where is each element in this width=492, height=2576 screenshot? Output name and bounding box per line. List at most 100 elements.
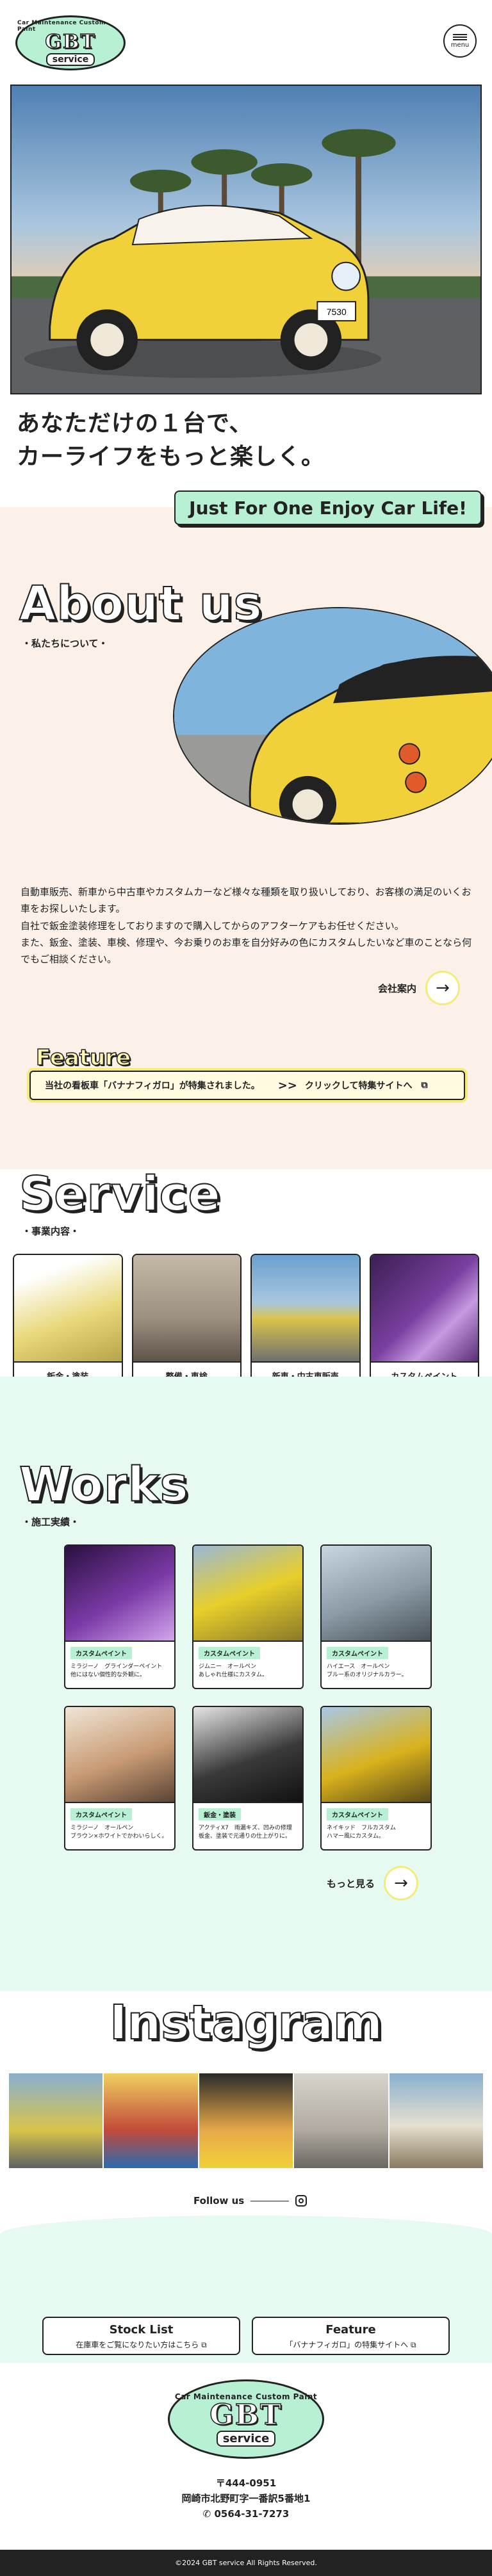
work-desc-line: ミラジーノ オールペン bbox=[70, 1825, 134, 1831]
work-description: ハイエース オールペンブルー系のオリジナルカラー。 bbox=[322, 1663, 430, 1680]
service-card[interactable]: 新車・中古車販売 bbox=[250, 1254, 361, 1388]
external-link-icon: ⧉ bbox=[411, 2340, 416, 2349]
page-root: Car Maintenance Custom Paint GBT service… bbox=[0, 0, 492, 2576]
work-desc-line: ミラジーノ グラインダーペイント bbox=[70, 1664, 163, 1670]
work-description: ミラジーノ グラインダーペイント 他にはない個性的な外観に。 bbox=[65, 1663, 174, 1680]
feature-banner-link: クリックして特集サイトへ bbox=[304, 1081, 413, 1091]
more-link-label: もっと見る bbox=[327, 1877, 375, 1890]
work-tag: カスタムペイント bbox=[199, 1647, 260, 1659]
instagram-photo[interactable] bbox=[104, 2073, 198, 2168]
instagram-title: Instagram bbox=[109, 1995, 383, 2051]
work-thumbnail bbox=[322, 1707, 430, 1803]
arrow-right-icon[interactable]: → bbox=[384, 1866, 419, 1900]
external-link-icon: ⧉ bbox=[421, 1080, 428, 1090]
about-subtitle: ・私たちについて・ bbox=[22, 638, 108, 649]
work-card[interactable]: カスタムペイント ハイエース オールペンブルー系のオリジナルカラー。 bbox=[320, 1544, 432, 1689]
about-image bbox=[173, 607, 492, 825]
external-link-icon: ⧉ bbox=[201, 2340, 207, 2349]
postal-code: 〒444-0951 bbox=[215, 2477, 277, 2489]
follow-label: Follow us bbox=[193, 2195, 245, 2207]
service-card[interactable]: カスタムペイント bbox=[369, 1254, 479, 1388]
work-tag: カスタムペイント bbox=[70, 1808, 132, 1820]
work-desc-line: ブルー系のオリジナルカラー。 bbox=[327, 1672, 407, 1679]
company-address: 〒444-0951 岡崎市北野町字一番訳5番地1 ✆ 0564-31-7273 bbox=[0, 2475, 492, 2522]
double-chevron-icon: >> bbox=[277, 1078, 297, 1092]
menu-label: menu bbox=[450, 41, 470, 49]
works-more-link[interactable]: もっと見る → bbox=[327, 1866, 419, 1900]
instagram-icon[interactable] bbox=[295, 2195, 308, 2207]
instagram-photo[interactable] bbox=[199, 2073, 293, 2168]
arrow-right-icon[interactable]: → bbox=[425, 971, 461, 1005]
stock-list-link[interactable]: Stock List 在庫車をご覧になりたい方はこちら ⧉ bbox=[42, 2317, 240, 2355]
hamburger-icon bbox=[453, 33, 467, 40]
about-title: About us bbox=[19, 576, 263, 632]
service-title: Service bbox=[19, 1166, 221, 1222]
work-thumbnail bbox=[193, 1707, 302, 1803]
bottom-link-title: Feature bbox=[325, 2323, 376, 2337]
slogan-badge: Just For One Enjoy Car Life! bbox=[174, 490, 482, 525]
service-list: 鈑金・塗装 整備・車検 新車・中古車販売 カスタムペイント bbox=[13, 1254, 479, 1388]
service-thumbnail bbox=[370, 1255, 478, 1363]
work-desc-line: 他にはない個性的な外観に。 bbox=[70, 1672, 146, 1679]
service-card[interactable]: 鈑金・塗装 bbox=[13, 1254, 123, 1388]
feature-title: Feature bbox=[35, 1044, 131, 1071]
service-subtitle: ・事業内容・ bbox=[22, 1226, 80, 1237]
work-description: アクティX7 雨漏キズ、凹みの修理 板金、塗装で元通りの仕上がりに。 bbox=[193, 1824, 302, 1841]
work-card[interactable]: カスタムペイント ミラジーノ グラインダーペイント 他にはない個性的な外観に。 bbox=[64, 1544, 176, 1689]
work-desc-line: アクティX7 雨漏キズ、凹みの修理 bbox=[199, 1825, 292, 1831]
site-logo[interactable]: Car Maintenance Custom Paint GBT service bbox=[15, 15, 126, 70]
logo-main-text: GBT bbox=[209, 2398, 283, 2431]
feature-site-link[interactable]: Feature 「バナナフィガロ」の特集サイトへ ⧉ bbox=[252, 2317, 450, 2355]
work-desc-line: あしゃれ仕様にカスタム。 bbox=[199, 1672, 268, 1679]
tagline-line-1: あなただけの１台で、 bbox=[17, 410, 253, 437]
work-description: ジムニー オールペン あしゃれ仕様にカスタム。 bbox=[193, 1663, 302, 1680]
service-card[interactable]: 整備・車検 bbox=[131, 1254, 242, 1388]
work-tag: カスタムペイント bbox=[70, 1647, 132, 1659]
instagram-photo[interactable] bbox=[9, 2073, 103, 2168]
service-thumbnail bbox=[252, 1255, 359, 1363]
work-thumbnail bbox=[322, 1546, 430, 1642]
work-desc-line: 板金、塗装で元通りの仕上がりに。 bbox=[199, 1833, 291, 1840]
work-tag: カスタムペイント bbox=[327, 1647, 388, 1659]
company-info-link[interactable]: 会社案内 → bbox=[378, 971, 461, 1005]
feature-banner[interactable]: 当社の看板車「バナナフィガロ」が特集されました。 >> クリックして特集サイトへ… bbox=[29, 1071, 465, 1100]
phone-number: 0564-31-7273 bbox=[214, 2508, 290, 2520]
bottom-link-sub-text: 在庫車をご覧になりたい方はこちら bbox=[76, 2340, 199, 2349]
instagram-photo[interactable] bbox=[389, 2073, 484, 2168]
works-list: カスタムペイント ミラジーノ グラインダーペイント 他にはない個性的な外観に。 カ… bbox=[64, 1544, 433, 1851]
site-header: Car Maintenance Custom Paint GBT service… bbox=[0, 0, 492, 83]
work-tag: 鈑金・塗装 bbox=[199, 1808, 241, 1820]
work-desc-line: ハイエース オールペン bbox=[327, 1664, 390, 1670]
footer-logo[interactable]: Car Maintenance Custom Paint GBT service bbox=[168, 2379, 324, 2459]
work-card[interactable]: カスタムペイント ジムニー オールペン あしゃれ仕様にカスタム。 bbox=[192, 1544, 304, 1689]
work-thumbnail bbox=[193, 1546, 302, 1642]
service-thumbnail bbox=[14, 1255, 122, 1363]
work-card[interactable]: カスタムペイント ネイキッド フルカスタム ハマー風にカスタム。 bbox=[320, 1706, 432, 1851]
work-description: ミラジーノ オールペンブラウン×ホワイトでかわいらしく。 bbox=[65, 1824, 174, 1841]
bottom-link-subtitle: 在庫車をご覧になりたい方はこちら ⧉ bbox=[44, 2339, 239, 2350]
about-text-3: また、鈑金、塗装、車検、修理や、今お乗りのお車を自分好みの色にカスタムしたいなど… bbox=[20, 936, 472, 965]
license-plate: 7530 bbox=[327, 307, 347, 317]
work-card[interactable]: 鈑金・塗装 アクティX7 雨漏キズ、凹みの修理 板金、塗装で元通りの仕上がりに。 bbox=[192, 1706, 304, 1851]
instagram-photo[interactable] bbox=[294, 2073, 388, 2168]
work-desc-line: ネイキッド フルカスタム bbox=[327, 1825, 396, 1831]
phone-line[interactable]: ✆ 0564-31-7273 bbox=[0, 2506, 492, 2522]
company-link-label: 会社案内 bbox=[378, 982, 417, 994]
menu-button[interactable]: menu bbox=[443, 24, 477, 58]
hero-car-illustration: 7530 bbox=[12, 129, 480, 393]
work-thumbnail bbox=[65, 1546, 174, 1642]
about-text-2: 自社で鈑金塗装修理をしておりますので購入してからのアフターケアもお任せください。 bbox=[20, 919, 404, 932]
logo-main-text: GBT bbox=[45, 31, 96, 53]
about-text-1: 自動車販売、新車から中古車やカスタムカーなど様々な種類を取り扱いしており、お客様… bbox=[20, 886, 472, 915]
work-tag: カスタムペイント bbox=[327, 1808, 388, 1820]
logo-sub-text: service bbox=[45, 53, 95, 66]
hero-image: 7530 bbox=[10, 85, 482, 394]
works-subtitle: ・施工実績・ bbox=[22, 1516, 80, 1528]
bottom-links: Stock List 在庫車をご覧になりたい方はこちら ⧉ Feature 「バ… bbox=[42, 2317, 450, 2355]
logo-sub-text: service bbox=[216, 2430, 276, 2447]
work-desc-line: ブラウン×ホワイトでかわいらしく。 bbox=[70, 1833, 168, 1840]
follow-us-link[interactable]: Follow us bbox=[193, 2195, 308, 2207]
work-card[interactable]: カスタムペイント ミラジーノ オールペンブラウン×ホワイトでかわいらしく。 bbox=[64, 1706, 176, 1851]
bottom-link-subtitle: 「バナナフィガロ」の特集サイトへ ⧉ bbox=[253, 2339, 448, 2350]
feature-banner-text: 当社の看板車「バナナフィガロ」が特集されました。 bbox=[45, 1081, 260, 1091]
